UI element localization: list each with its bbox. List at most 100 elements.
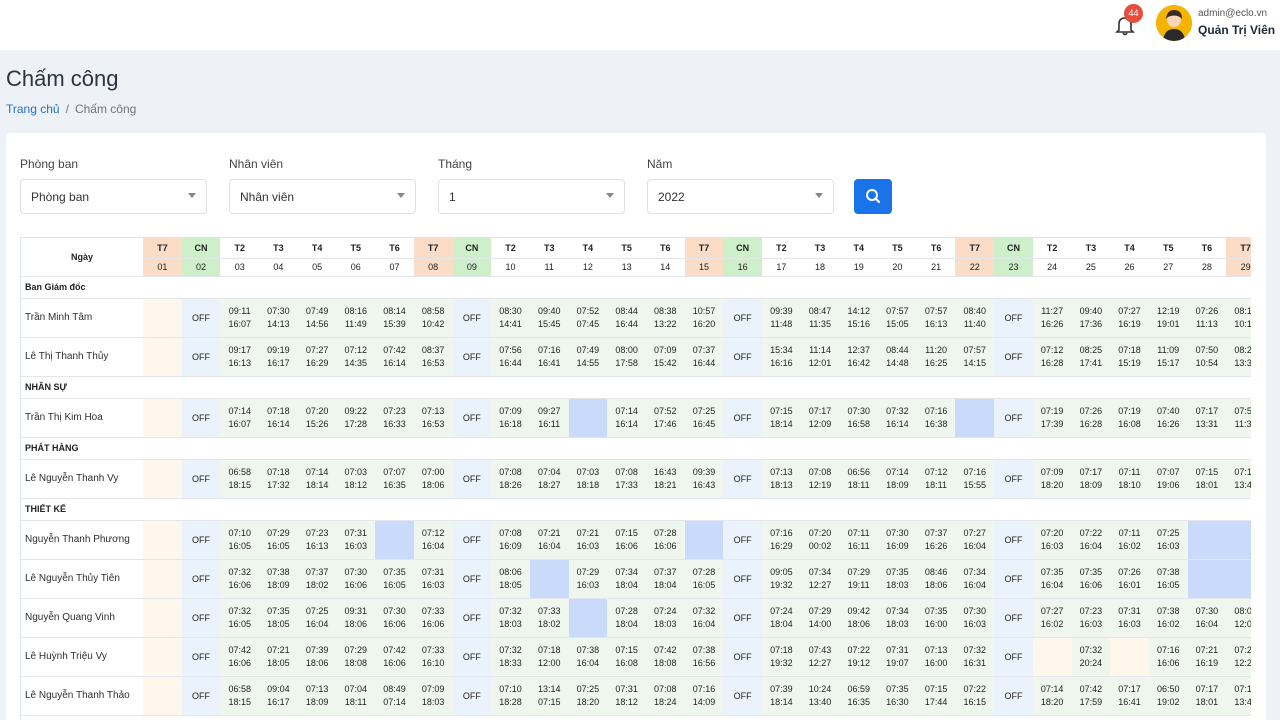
attendance-cell[interactable]: 07:12 16:28: [1032, 337, 1072, 377]
year-select[interactable]: 2022: [647, 179, 834, 214]
attendance-cell[interactable]: 08:40 11:40: [955, 298, 995, 338]
attendance-cell[interactable]: 07:18 17:32: [259, 459, 298, 499]
attendance-cell[interactable]: 07:30 14:13: [259, 298, 298, 338]
attendance-cell[interactable]: 07:49 14:55: [568, 337, 608, 377]
attendance-cell[interactable]: 07:14 16:07: [220, 398, 260, 438]
attendance-cell[interactable]: 07:14 18:09: [878, 459, 917, 499]
attendance-cell[interactable]: 07:12 18:11: [916, 459, 956, 499]
attendance-cell[interactable]: 08:38 13:22: [645, 298, 685, 338]
off-cell[interactable]: OFF: [994, 520, 1033, 560]
attendance-cell[interactable]: 08:47 11:35: [800, 298, 840, 338]
attendance-cell[interactable]: 07:32 20:24: [1071, 637, 1111, 677]
empty-cell[interactable]: [143, 598, 182, 638]
attendance-cell[interactable]: 07:30 16:06: [375, 598, 414, 638]
attendance-cell[interactable]: 07:31 18:12: [607, 676, 646, 716]
attendance-cell[interactable]: 07:23 16:33: [375, 398, 414, 438]
attendance-cell[interactable]: 07:18 19:32: [762, 637, 801, 677]
off-cell[interactable]: OFF: [723, 676, 762, 716]
attendance-cell[interactable]: 09:22 17:28: [336, 398, 376, 438]
month-select[interactable]: 1: [438, 179, 625, 214]
attendance-cell[interactable]: 09:05 19:32: [762, 559, 801, 599]
off-cell[interactable]: OFF: [452, 520, 492, 560]
off-cell[interactable]: OFF: [994, 398, 1033, 438]
off-cell[interactable]: OFF: [452, 337, 492, 377]
attendance-cell[interactable]: 07:33 16:10: [413, 637, 453, 677]
attendance-cell[interactable]: 06:50 19:02: [1148, 676, 1188, 716]
off-cell[interactable]: OFF: [452, 298, 492, 338]
missing-cell[interactable]: [1226, 559, 1251, 599]
employee-select[interactable]: Nhân viên: [229, 179, 416, 214]
off-cell[interactable]: OFF: [452, 676, 492, 716]
attendance-cell[interactable]: 07:32 16:14: [878, 398, 917, 438]
attendance-cell[interactable]: 07:27 16:29: [297, 337, 337, 377]
missing-cell[interactable]: [529, 559, 569, 599]
attendance-cell[interactable]: 07:14 13:45: [1226, 676, 1251, 716]
empty-cell[interactable]: [1110, 637, 1149, 677]
attendance-cell[interactable]: 08:00 12:00: [1226, 598, 1251, 638]
attendance-cell[interactable]: 07:38 16:56: [684, 637, 724, 677]
attendance-cell[interactable]: 07:12 16:04: [413, 520, 453, 560]
attendance-cell[interactable]: 07:13 16:00: [916, 637, 956, 677]
attendance-cell[interactable]: 07:20 00:02: [800, 520, 840, 560]
attendance-cell[interactable]: 07:57 16:13: [916, 298, 956, 338]
attendance-cell[interactable]: 07:22 16:04: [1071, 520, 1111, 560]
attendance-cell[interactable]: 07:08 17:33: [607, 459, 646, 499]
attendance-cell[interactable]: 07:04 18:27: [529, 459, 569, 499]
attendance-cell[interactable]: 08:25 17:41: [1071, 337, 1111, 377]
attendance-cell[interactable]: 08:10 10:19: [1226, 298, 1251, 338]
attendance-cell[interactable]: 07:03 18:12: [336, 459, 376, 499]
attendance-cell[interactable]: 07:57 14:15: [955, 337, 995, 377]
off-cell[interactable]: OFF: [994, 559, 1033, 599]
attendance-cell[interactable]: 07:16 16:41: [529, 337, 569, 377]
attendance-cell[interactable]: 07:08 18:24: [645, 676, 685, 716]
attendance-cell[interactable]: 06:59 16:35: [839, 676, 879, 716]
attendance-cell[interactable]: 07:30 16:06: [336, 559, 376, 599]
attendance-cell[interactable]: 07:52 17:46: [645, 398, 685, 438]
attendance-cell[interactable]: 07:29 16:05: [259, 520, 298, 560]
attendance-cell[interactable]: 07:38 16:04: [568, 637, 608, 677]
attendance-cell[interactable]: 07:37 16:26: [916, 520, 956, 560]
attendance-cell[interactable]: 06:56 18:11: [839, 459, 879, 499]
attendance-cell[interactable]: 08:49 07:14: [375, 676, 414, 716]
attendance-cell[interactable]: 07:35 16:00: [916, 598, 956, 638]
attendance-cell[interactable]: 07:35 16:04: [1032, 559, 1072, 599]
attendance-cell[interactable]: 09:11 16:07: [220, 298, 260, 338]
department-select[interactable]: Phòng ban: [20, 179, 207, 214]
attendance-cell[interactable]: 07:19 16:08: [1110, 398, 1149, 438]
attendance-cell[interactable]: 07:16 14:09: [684, 676, 724, 716]
missing-cell[interactable]: [1226, 520, 1251, 560]
attendance-cell[interactable]: 07:18 16:14: [259, 398, 298, 438]
attendance-cell[interactable]: 09:39 11:48: [762, 298, 801, 338]
attendance-cell[interactable]: 07:17 12:09: [800, 398, 840, 438]
attendance-cell[interactable]: 07:10 16:05: [220, 520, 260, 560]
attendance-cell[interactable]: 07:26 11:13: [1187, 298, 1227, 338]
attendance-cell[interactable]: 07:04 18:11: [336, 676, 376, 716]
attendance-cell[interactable]: 07:18 15:19: [1110, 337, 1149, 377]
attendance-cell[interactable]: 07:16 15:55: [955, 459, 995, 499]
attendance-cell[interactable]: 08:14 15:39: [375, 298, 414, 338]
attendance-cell[interactable]: 07:38 18:09: [259, 559, 298, 599]
attendance-cell[interactable]: 09:40 17:36: [1071, 298, 1111, 338]
attendance-cell[interactable]: 07:31 19:07: [878, 637, 917, 677]
attendance-cell[interactable]: 07:17 16:41: [1110, 676, 1149, 716]
attendance-cell[interactable]: 07:31 16:03: [1110, 598, 1149, 638]
attendance-cell[interactable]: 11:20 16:25: [916, 337, 956, 377]
missing-cell[interactable]: [568, 598, 608, 638]
attendance-cell[interactable]: 07:52 07:45: [568, 298, 608, 338]
off-cell[interactable]: OFF: [994, 459, 1033, 499]
avatar[interactable]: [1156, 5, 1192, 41]
attendance-cell[interactable]: 07:25 16:03: [1148, 520, 1188, 560]
attendance-cell[interactable]: 09:17 16:13: [220, 337, 260, 377]
off-cell[interactable]: OFF: [181, 459, 221, 499]
attendance-cell[interactable]: 07:28 12:27: [1226, 637, 1251, 677]
off-cell[interactable]: OFF: [452, 559, 492, 599]
attendance-cell[interactable]: 08:58 10:42: [413, 298, 453, 338]
attendance-cell[interactable]: 07:17 13:31: [1187, 398, 1227, 438]
attendance-cell[interactable]: 07:32 16:06: [220, 559, 260, 599]
attendance-cell[interactable]: 07:34 18:04: [607, 559, 646, 599]
attendance-cell[interactable]: 08:30 14:41: [491, 298, 530, 338]
attendance-cell[interactable]: 15:34 16:16: [762, 337, 801, 377]
attendance-cell[interactable]: 08:46 18:06: [916, 559, 956, 599]
attendance-cell[interactable]: 07:25 18:20: [568, 676, 608, 716]
attendance-cell[interactable]: 07:31 16:03: [413, 559, 453, 599]
